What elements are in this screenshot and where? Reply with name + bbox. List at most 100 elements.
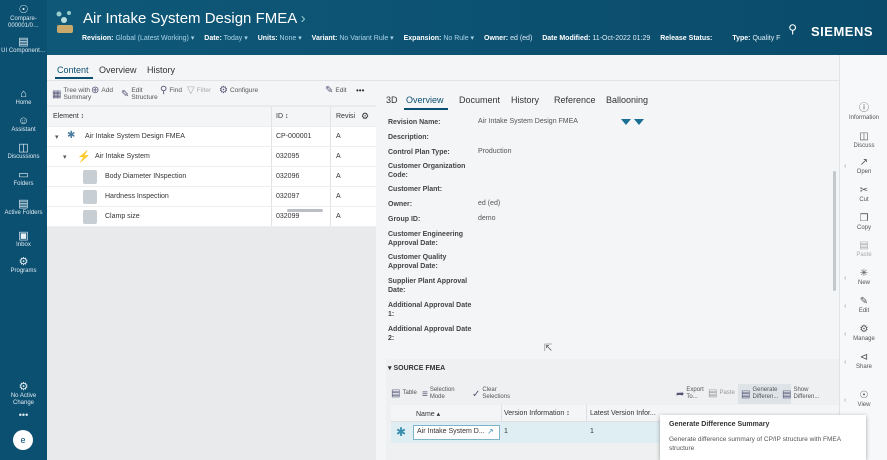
paste-button[interactable]: ▤ Paste [708, 389, 735, 399]
copy-command[interactable]: ❐ Copy [840, 213, 887, 232]
nav-folders[interactable]: ▭ Folders [0, 169, 47, 188]
tab-document[interactable]: Document [459, 95, 500, 105]
tree-row-name: Clamp size [105, 213, 140, 220]
tree-row[interactable]: Clamp size 032099 A [47, 207, 376, 227]
add-button[interactable]: ⊕ Add [91, 85, 113, 96]
open-command[interactable]: ↗ Open [840, 157, 887, 176]
nav-compare[interactable]: ☉ Compare- 000001/0… [0, 4, 47, 30]
add-icon: ⊕ [91, 85, 100, 96]
manage-label: Manage [853, 336, 875, 342]
open-link-icon[interactable]: ↗ [487, 427, 494, 436]
id-column-header[interactable]: ID ↕ [276, 113, 288, 120]
expansion-selector[interactable]: No Rule ▾ [443, 35, 474, 42]
nav-programs-label: Programs [10, 268, 37, 274]
element-column-header[interactable]: Element ↕ [53, 113, 84, 120]
tab-ballooning[interactable]: Ballooning [606, 95, 648, 105]
search-icon[interactable]: ⚲ [788, 22, 797, 36]
tree-row[interactable]: Hardness Inspection 032097 A [47, 187, 376, 207]
nav-compare-id: 000001/0… [7, 23, 40, 29]
tree-row-id: 032096 [276, 173, 300, 180]
cut-label: Cut [859, 197, 869, 203]
units-selector[interactable]: None ▾ [280, 35, 302, 42]
discussions-icon: ◫ [18, 142, 29, 154]
share-command[interactable]: ⊲ Share [840, 352, 887, 371]
discuss-label: Discuss [853, 143, 875, 149]
source-row-name[interactable]: Air Intake System D... [417, 428, 485, 435]
tab-overview[interactable]: Overview [99, 65, 137, 75]
nav-more-icon[interactable]: ••• [0, 411, 47, 420]
configure-button[interactable]: ⚙ Configure [219, 86, 258, 96]
tab-history[interactable]: History [147, 65, 175, 75]
filter-label: Filter [196, 87, 212, 94]
show-difference-button[interactable]: ▤ Show Differen... [782, 387, 827, 401]
discuss-command[interactable]: ◫ Discuss [840, 131, 887, 150]
compare-icon: ☉ [18, 4, 29, 16]
edit-button[interactable]: ✎ Edit [325, 86, 347, 96]
view-command[interactable]: ☉ View [840, 390, 887, 409]
tree-row[interactable]: ▾ ⚡ Air Intake System 032095 A [47, 147, 376, 167]
nav-inbox[interactable]: ▣ Inbox [0, 230, 47, 249]
nav-assistant[interactable]: ☺ Assistant [0, 115, 47, 134]
nav-ui-component[interactable]: ▤ UI Component… [0, 36, 47, 55]
variant-selector[interactable]: No Variant Rule ▾ [339, 35, 393, 42]
control-plan-type-label: Control Plan Type: [388, 149, 450, 156]
tree-row-revision: A [336, 193, 341, 200]
tab-overview-detail[interactable]: Overview [406, 95, 444, 105]
pin-icon[interactable] [621, 119, 631, 125]
tooltip-description: Generate difference summary of CP/IP str… [669, 436, 841, 452]
owner-value: ed (ed) [510, 35, 533, 42]
nav-active-folders[interactable]: ▤ Active Folders [0, 198, 47, 217]
export-to-label: Export To... [686, 387, 704, 400]
edit-command[interactable]: ✎ Edit [840, 296, 887, 315]
nav-home[interactable]: ⌂ Home [0, 88, 47, 107]
selection-mode-button[interactable]: ≡ Selection Mode [422, 387, 456, 401]
expand-chevron-icon[interactable]: ▾ [55, 133, 59, 141]
latest-version-column-header[interactable]: Latest Version Infor... [590, 410, 656, 417]
edit-structure-button[interactable]: ✎ Edit Structure [121, 87, 159, 101]
column-settings-icon[interactable]: ⚙ [361, 111, 369, 122]
tab-history-detail[interactable]: History [511, 95, 539, 105]
nav-discussions[interactable]: ◫ Discussions [0, 142, 47, 161]
tab-reference[interactable]: Reference [554, 95, 596, 105]
paste-label: Paste [856, 252, 872, 258]
assistant-icon: ☺ [17, 115, 30, 127]
group-id-label: Group ID: [388, 216, 421, 223]
source-fmea-header[interactable]: ▾ SOURCE FMEA [388, 364, 445, 372]
vertical-scrollbar[interactable] [833, 171, 836, 291]
new-command[interactable]: ✳ New [840, 268, 887, 287]
expand-chevron-icon[interactable]: ▾ [63, 153, 67, 161]
edit-label: Edit [858, 308, 870, 314]
show-difference-label: Show Differen... [793, 387, 820, 400]
manage-command[interactable]: ⚙ Manage [840, 324, 887, 343]
version-info-column-header[interactable]: Version Information ↕ [504, 410, 570, 417]
tab-3d[interactable]: 3D [386, 95, 398, 105]
avatar[interactable]: e [13, 430, 33, 450]
pin-icon[interactable] [634, 119, 644, 125]
export-to-button[interactable]: ➦ Export To... [676, 387, 708, 401]
find-button[interactable]: ⚲ Find [160, 86, 182, 96]
title-chevron-icon[interactable]: › [301, 10, 306, 27]
tab-content[interactable]: Content [57, 65, 89, 75]
customer-quality-approval-label: Customer Quality Approval Date: [388, 254, 447, 270]
clear-selections-button[interactable]: ✓ Clear Selections [472, 387, 514, 401]
filter-icon: ▽ [187, 85, 195, 96]
tree-row-revision: A [336, 213, 341, 220]
cut-command[interactable]: ✂ Cut [840, 185, 887, 204]
tree-row[interactable]: ▾ ✱ Air Intake System Design FMEA CP-000… [47, 127, 376, 147]
tree-row-name: Air Intake System [95, 153, 150, 160]
tree-row[interactable]: Body Diameter INspection 032096 A [47, 167, 376, 187]
filter-button[interactable]: ▽ Filter [187, 85, 212, 96]
nav-inbox-label: Inbox [16, 242, 31, 248]
nav-programs[interactable]: ⚙ Programs [0, 256, 47, 275]
horizontal-scrollbar[interactable] [287, 209, 323, 212]
table-view-button[interactable]: ▤ Table [391, 389, 417, 399]
nav-no-active-change[interactable]: ⚙ No Active Change [0, 381, 47, 407]
revision-column-header[interactable]: Revisi [336, 113, 355, 120]
tree-with-summary-button[interactable]: ▦ Tree with Summary [52, 87, 91, 101]
information-command[interactable]: ⓘ Information [840, 103, 887, 122]
paste-command[interactable]: ▤ Paste [840, 240, 887, 259]
date-selector[interactable]: Today ▾ [224, 35, 248, 42]
name-column-header[interactable]: Name ▴ [416, 410, 440, 418]
more-actions-button[interactable]: ••• [356, 87, 364, 95]
revision-selector[interactable]: Global (Latest Working) ▾ [115, 35, 194, 42]
